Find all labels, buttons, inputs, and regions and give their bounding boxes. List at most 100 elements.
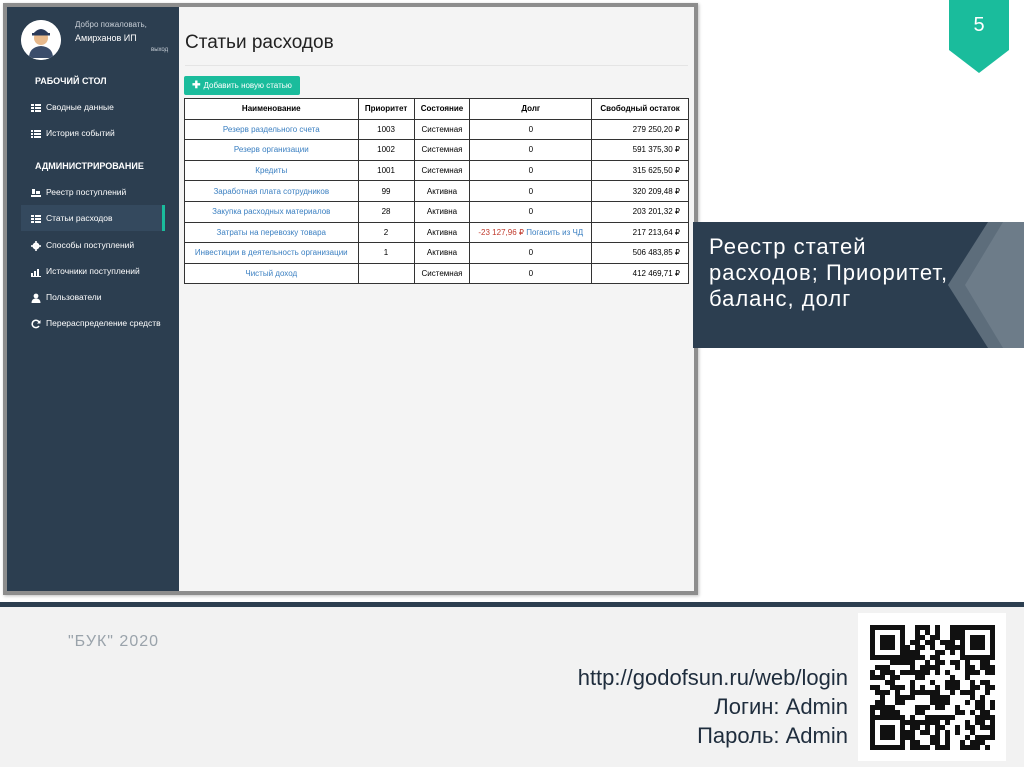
cell-balance: 591 375,30 ₽: [591, 139, 689, 161]
table-icon: [31, 103, 41, 112]
add-button-label: Добавить новую статью: [203, 81, 292, 90]
user-box: Добро пожаловать, Амирханов ИП выход: [7, 7, 179, 67]
table-row: Резерв раздельного счета 1003 Системная 0 27…: [184, 118, 689, 141]
qr-code: [858, 613, 1006, 761]
cell-state: Системная: [413, 159, 471, 182]
expense-item-link[interactable]: Затраты на перевозку товара: [217, 228, 326, 237]
sidebar-item-label: Способы поступлений: [46, 240, 135, 250]
list-icon: [31, 129, 41, 138]
col-header-balance[interactable]: Свободный остаток: [591, 98, 689, 120]
sidebar-item-income-methods[interactable]: Способы поступлений: [21, 232, 165, 258]
table-icon: [31, 214, 41, 223]
plus-icon: ✚: [192, 80, 201, 91]
table-row: Закупка расходных материалов 28 Активна 0 20…: [184, 200, 689, 223]
cell-name[interactable]: Инвестиции в деятельность организации: [184, 242, 359, 264]
cell-balance: 506 483,85 ₽: [591, 242, 689, 264]
section-title-desk: РАБОЧИЙ СТОЛ: [35, 76, 107, 86]
cell-priority: [357, 262, 415, 285]
register-icon: [31, 188, 41, 197]
slide-number-badge: 5: [949, 0, 1009, 73]
sidebar-item-users[interactable]: Пользователи: [21, 284, 165, 310]
cell-state: Системная: [413, 118, 471, 141]
cell-balance: 279 250,20 ₽: [591, 118, 689, 141]
user-avatar-icon: [21, 20, 61, 60]
footer-year: "БУК" 2020: [68, 633, 160, 650]
debt-amount: -23 127,96 ₽: [478, 227, 524, 237]
expense-item-link[interactable]: Резерв раздельного счета: [223, 125, 320, 134]
gear-icon: [31, 241, 41, 251]
cell-state: Активна: [413, 242, 471, 264]
table-row: Затраты на перевозку товара 2 Активна -23 1…: [184, 221, 689, 244]
table-row: Заработная плата сотрудников 99 Активна 0 32…: [184, 180, 689, 202]
expense-item-link[interactable]: Закупка расходных материалов: [212, 207, 330, 216]
sidebar-item-label: Сводные данные: [46, 102, 114, 112]
section-title-admin: АДМИНИСТРИРОВАНИЕ: [35, 161, 144, 171]
cell-balance: 412 469,71 ₽: [591, 262, 689, 285]
cell-name[interactable]: Резерв организации: [184, 139, 359, 161]
slide-number: 5: [973, 14, 985, 36]
cell-priority: 1003: [357, 118, 415, 141]
cell-balance: 203 201,32 ₽: [591, 200, 689, 223]
main-content: Статьи расходов ✚ Добавить новую статью …: [179, 7, 694, 591]
app-screenshot: Добро пожаловать, Амирханов ИП выход РАБ…: [3, 3, 698, 595]
cell-balance: 320 209,48 ₽: [591, 180, 689, 202]
callout-text: Реестр статей расходов; Приоритет, балан…: [709, 234, 949, 311]
bar-chart-icon: [31, 267, 41, 277]
login-url[interactable]: http://godofsun.ru/web/login: [578, 665, 848, 691]
cell-name[interactable]: Затраты на перевозку товара: [184, 221, 359, 244]
sidebar-item-label: Реестр поступлений: [46, 187, 127, 197]
col-header-priority[interactable]: Приоритет: [357, 98, 415, 120]
table-row: Инвестиции в деятельность организации 1 Ак…: [184, 242, 689, 264]
qr-code-icon: [870, 625, 995, 750]
page-title: Статьи расходов: [185, 32, 334, 53]
cell-debt: 0: [469, 139, 593, 161]
avatar: [21, 20, 61, 60]
cell-debt: 0: [469, 262, 593, 285]
cell-name[interactable]: Закупка расходных материалов: [184, 200, 359, 223]
cell-name[interactable]: Заработная плата сотрудников: [184, 180, 359, 202]
sidebar-item-history[interactable]: История событий: [21, 120, 165, 146]
sidebar-item-summary[interactable]: Сводные данные: [21, 94, 165, 120]
welcome-text: Добро пожаловать,: [75, 20, 147, 29]
sidebar-item-income-sources[interactable]: Источники поступлений: [21, 258, 165, 284]
sidebar: Добро пожаловать, Амирханов ИП выход РАБ…: [7, 7, 179, 591]
table-row: Резерв организации 1002 Системная 0 591 375,…: [184, 139, 689, 161]
cell-debt: 0: [469, 180, 593, 202]
cell-debt: 0: [469, 200, 593, 223]
password-text: Пароль: Admin: [697, 723, 848, 748]
col-header-state[interactable]: Состояние: [413, 98, 471, 120]
cell-priority: 99: [357, 180, 415, 202]
cell-name[interactable]: Кредиты: [184, 159, 359, 182]
sidebar-item-label: Перераспределение средств: [46, 318, 161, 328]
cell-debt: 0: [469, 242, 593, 264]
cell-state: Активна: [413, 221, 471, 244]
expense-item-link[interactable]: Кредиты: [255, 166, 287, 175]
expense-item-link[interactable]: Резерв организации: [234, 145, 309, 154]
sidebar-item-label: Источники поступлений: [46, 266, 140, 276]
expense-item-link[interactable]: Чистый доход: [245, 269, 297, 278]
refresh-icon: [31, 319, 41, 329]
cell-name[interactable]: Чистый доход: [184, 262, 359, 285]
sidebar-item-income-register[interactable]: Реестр поступлений: [21, 179, 165, 205]
cell-priority: 2: [357, 221, 415, 244]
cell-name[interactable]: Резерв раздельного счета: [184, 118, 359, 141]
cell-priority: 28: [357, 200, 415, 223]
title-divider: [185, 65, 688, 66]
sidebar-item-redistribution[interactable]: Перераспределение средств: [21, 310, 165, 336]
col-header-debt[interactable]: Долг: [469, 98, 593, 120]
expense-item-link[interactable]: Инвестиции в деятельность организации: [195, 248, 348, 257]
sidebar-item-label: Пользователи: [46, 292, 102, 302]
expense-item-link[interactable]: Заработная плата сотрудников: [213, 187, 329, 196]
table-body: Резерв раздельного счета 1003 Системная 0 27…: [184, 118, 689, 285]
expense-items-table: Наименование Приоритет Состояние Долг Св…: [184, 98, 689, 285]
cell-priority: 1002: [357, 139, 415, 161]
col-header-name[interactable]: Наименование: [184, 98, 359, 120]
callout-box: Реестр статей расходов; Приоритет, балан…: [693, 222, 1024, 348]
logout-link[interactable]: выход: [151, 47, 168, 53]
sidebar-item-expense-items[interactable]: Статьи расходов: [21, 205, 165, 231]
cell-balance: 217 213,64 ₽: [591, 221, 689, 244]
pay-debt-link[interactable]: Погасить из ЧД: [526, 228, 583, 237]
add-expense-item-button[interactable]: ✚ Добавить новую статью: [184, 76, 300, 95]
sidebar-item-label: Статьи расходов: [46, 213, 113, 223]
cell-state: Активна: [413, 200, 471, 223]
